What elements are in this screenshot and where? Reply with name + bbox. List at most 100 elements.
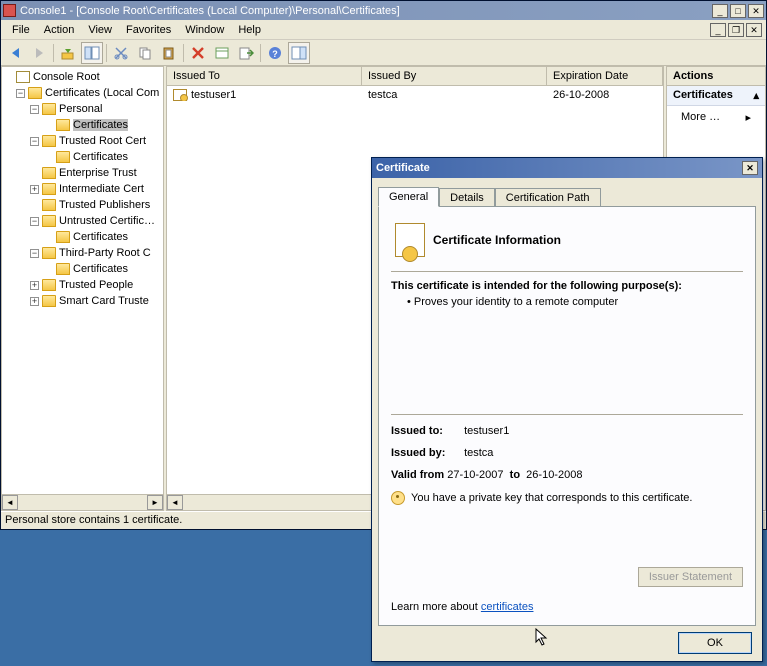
certificate-tabs: General Details Certification Path	[378, 186, 756, 206]
valid-from-value: 27-10-2007	[447, 469, 503, 481]
folder-icon	[42, 295, 56, 307]
cut-button[interactable]	[110, 42, 132, 64]
delete-button[interactable]	[187, 42, 209, 64]
menu-window[interactable]: Window	[178, 22, 231, 38]
tree[interactable]: Console Root −Certificates (Local Com −P…	[2, 67, 163, 494]
tree-node-un-certs[interactable]: Certificates	[2, 229, 163, 245]
svg-text:?: ?	[272, 49, 278, 59]
tree-node-untrusted[interactable]: − Untrusted Certific…	[2, 213, 163, 229]
tree-label: Enterprise Trust	[59, 167, 137, 179]
menu-help[interactable]: Help	[231, 22, 268, 38]
collapse-icon: ▴	[753, 89, 759, 102]
tree-node-smartcard[interactable]: +Smart Card Truste	[2, 293, 163, 309]
menu-view[interactable]: View	[81, 22, 119, 38]
tree-node-thirdparty[interactable]: −Third-Party Root C	[2, 245, 163, 261]
divider	[391, 414, 743, 415]
actions-section[interactable]: Certificates ▴	[667, 86, 765, 106]
tree-node-trusted-publishers[interactable]: Trusted Publishers	[2, 197, 163, 213]
tree-node-console-root[interactable]: Console Root	[2, 69, 163, 85]
folder-icon	[42, 103, 56, 115]
table-row[interactable]: testuser1 testca 26-10-2008	[167, 86, 663, 104]
collapse-icon[interactable]: −	[30, 217, 39, 226]
tree-node-intermediate[interactable]: +Intermediate Cert	[2, 181, 163, 197]
tree-pane: Console Root −Certificates (Local Com −P…	[1, 66, 164, 511]
properties-button[interactable]	[211, 42, 233, 64]
issued-to-label: Issued to:	[391, 425, 461, 437]
tree-label: Certificates	[73, 231, 128, 243]
tree-node-tp-certs[interactable]: Certificates	[2, 261, 163, 277]
tree-node-tr-certs[interactable]: Certificates	[2, 149, 163, 165]
collapse-icon[interactable]: −	[30, 249, 39, 258]
tree-node-trusted-root[interactable]: − Trusted Root Cert	[2, 133, 163, 149]
tree-label: Certificates	[73, 119, 128, 131]
collapse-icon[interactable]: −	[16, 89, 25, 98]
expand-icon[interactable]: +	[30, 185, 39, 194]
dialog-close-button[interactable]: ✕	[742, 161, 758, 175]
collapse-icon[interactable]: −	[30, 137, 39, 146]
tree-node-personal[interactable]: −Personal	[2, 101, 163, 117]
toolbar: ?	[1, 40, 766, 66]
collapse-icon[interactable]: −	[30, 105, 39, 114]
menu-file[interactable]: File	[5, 22, 37, 38]
chevron-right-icon: ▸	[745, 111, 751, 124]
tab-certification-path[interactable]: Certification Path	[495, 188, 601, 208]
maximize-button[interactable]: □	[730, 4, 746, 18]
private-key-line: You have a private key that corresponds …	[391, 491, 743, 505]
menu-favorites[interactable]: Favorites	[119, 22, 178, 38]
show-tree-button[interactable]	[81, 42, 103, 64]
actions-more[interactable]: More … ▸	[667, 106, 765, 129]
titlebar[interactable]: Console1 - [Console Root\Certificates (L…	[1, 1, 766, 20]
tree-label: Untrusted Certific…	[59, 215, 155, 227]
export-button[interactable]	[235, 42, 257, 64]
doc-restore-button[interactable]: ❐	[728, 23, 744, 37]
issued-by-value: testca	[464, 447, 493, 459]
certificate-dialog: Certificate ✕ General Details Certificat…	[371, 157, 763, 662]
learn-link[interactable]: certificates	[481, 601, 534, 613]
expand-icon[interactable]: +	[30, 297, 39, 306]
issued-by-field: Issued by: testca	[391, 447, 743, 459]
ok-button[interactable]: OK	[678, 632, 752, 654]
issued-by-label: Issued by:	[391, 447, 461, 459]
tree-node-enterprise[interactable]: Enterprise Trust	[2, 165, 163, 181]
folder-icon	[42, 183, 56, 195]
valid-from-label: Valid from	[391, 469, 444, 481]
tree-label: Certificates	[73, 263, 128, 275]
back-button[interactable]	[4, 42, 26, 64]
tree-node-certificates[interactable]: −Certificates (Local Com	[2, 85, 163, 101]
folder-icon	[28, 87, 42, 99]
tree-label: Trusted People	[59, 279, 133, 291]
learn-more: Learn more about certificates	[391, 601, 533, 613]
column-issued-to[interactable]: Issued To	[167, 67, 362, 85]
tree-hscrollbar[interactable]: ◄ ►	[2, 494, 163, 510]
doc-minimize-button[interactable]: _	[710, 23, 726, 37]
forward-button[interactable]	[28, 42, 50, 64]
purpose-item: • Proves your identity to a remote compu…	[407, 296, 743, 308]
close-button[interactable]: ✕	[748, 4, 764, 18]
doc-close-button[interactable]: ✕	[746, 23, 762, 37]
tree-node-trusted-people[interactable]: + Trusted People	[2, 277, 163, 293]
expand-icon[interactable]: +	[30, 281, 39, 290]
actions-pane-button[interactable]	[288, 42, 310, 64]
scroll-left-button[interactable]: ◄	[167, 495, 183, 510]
help-button[interactable]: ?	[264, 42, 286, 64]
tree-node-certificates-personal[interactable]: Certificates	[2, 117, 163, 133]
copy-button[interactable]	[134, 42, 156, 64]
scroll-right-button[interactable]: ►	[147, 495, 163, 510]
tab-general[interactable]: General	[378, 187, 439, 207]
folder-icon	[56, 119, 70, 131]
cell-expiration: 26-10-2008	[547, 89, 663, 101]
column-issued-by[interactable]: Issued By	[362, 67, 547, 85]
up-button[interactable]	[57, 42, 79, 64]
certificate-titlebar[interactable]: Certificate ✕	[372, 158, 762, 178]
minimize-button[interactable]: _	[712, 4, 728, 18]
scroll-left-button[interactable]: ◄	[2, 495, 18, 510]
tab-details[interactable]: Details	[439, 188, 495, 208]
tree-label: Trusted Root Cert	[59, 135, 146, 147]
arrow-right-icon	[36, 48, 43, 58]
valid-to-label: to	[510, 469, 520, 481]
paste-button[interactable]	[158, 42, 180, 64]
folder-icon	[42, 247, 56, 259]
folder-icon	[42, 135, 56, 147]
menu-action[interactable]: Action	[37, 22, 82, 38]
column-expiration[interactable]: Expiration Date	[547, 67, 663, 85]
